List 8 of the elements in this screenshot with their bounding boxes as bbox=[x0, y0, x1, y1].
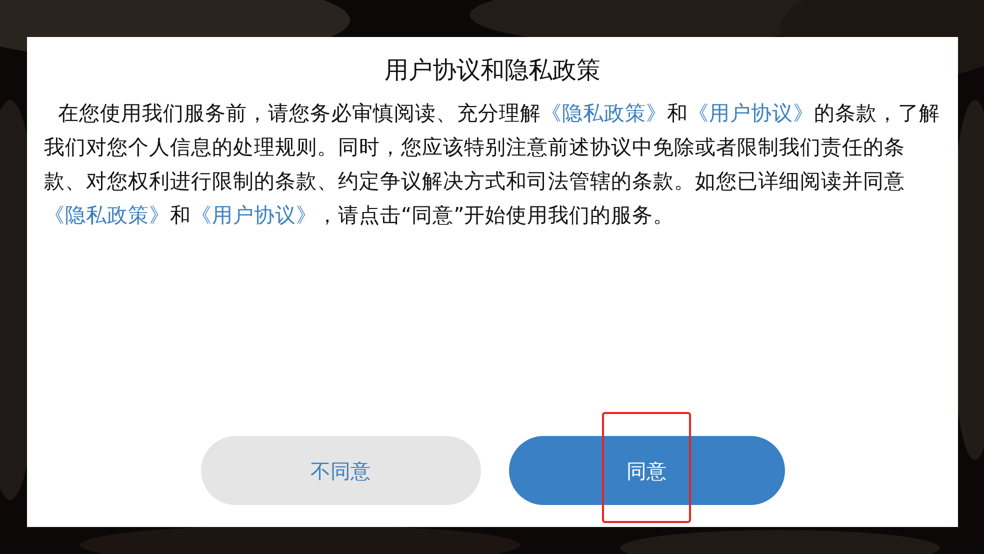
agree-button[interactable]: 同意 bbox=[508, 436, 784, 505]
policy-link[interactable]: 《用户协议》 bbox=[688, 101, 814, 125]
disagree-button[interactable]: 不同意 bbox=[200, 436, 480, 505]
policy-link[interactable]: 《隐私政策》 bbox=[44, 203, 170, 227]
policy-link[interactable]: 《用户协议》 bbox=[191, 203, 317, 227]
dialog-title: 用户协议和隐私政策 bbox=[384, 55, 600, 86]
policy-link[interactable]: 《隐私政策》 bbox=[541, 101, 667, 125]
agreement-text: 在您使用我们服务前，请您务必审慎阅读、充分理解《隐私政策》和《用户协议》的条款，了解我们对您个人信息的处理规则。同时，您应该特别注意前述协议中免除或者限制我们责任的条款、对您权利进行限制的条款、约定争议解决方式和司法管辖的条款。如您已详细阅读并同意 《隐私政策》和《用户协议》，请点击“同意”开始使用我们的服务。 bbox=[43, 100, 941, 229]
